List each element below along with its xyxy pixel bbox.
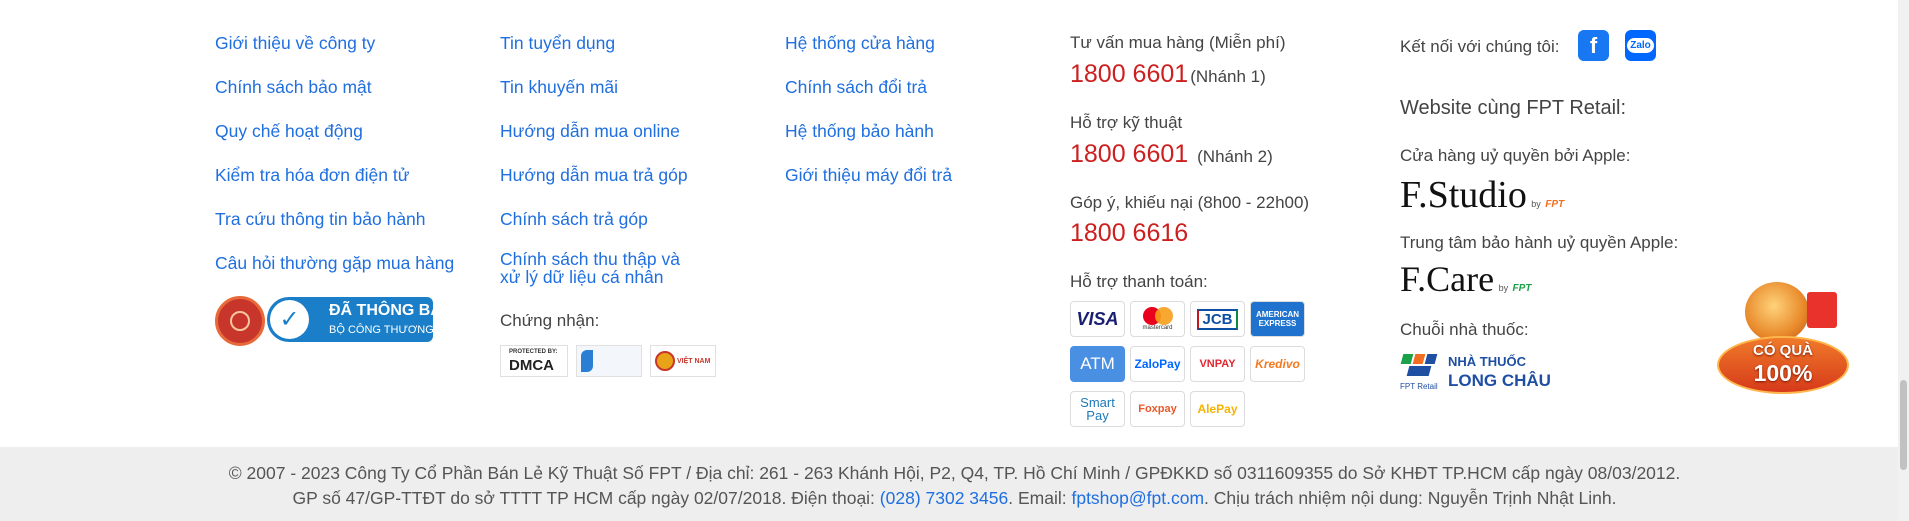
bct-badge-subtext: BỘ CÔNG THƯƠNG (329, 324, 434, 336)
copyright-line-1: © 2007 - 2023 Công Ty Cổ Phần Bán Lẻ Kỹ … (228, 463, 1681, 483)
long-chau-logo[interactable]: FPT Retail NHÀ THUỐC LONG CHÂU (1400, 350, 1570, 394)
mastercard-icon (1141, 307, 1175, 325)
footer-column-services: Hệ thống cửa hàng Chính sách đổi trả Hệ … (785, 0, 952, 185)
sales-hotline-label: Tư vấn mua hàng (Miễn phí) (1070, 33, 1286, 52)
sales-hotline[interactable]: 1800 6601 (Nhánh 1) (1070, 60, 1266, 89)
tech-hotline[interactable]: 1800 6601 (Nhánh 2) (1070, 140, 1273, 169)
check-icon: ✓ (270, 300, 309, 339)
fcare-logo[interactable]: F.Care by FPT (1400, 258, 1531, 300)
payment-foxpay: Foxpay (1130, 391, 1185, 427)
page-scrollbar[interactable] (1898, 0, 1909, 521)
dmca-badge[interactable]: PROTECTED BY: DMCA (500, 345, 568, 377)
ncsc-badge[interactable] (215, 296, 265, 346)
link-data-policy[interactable]: Chính sách thu thập và xử lý dữ liệu cá … (500, 250, 700, 286)
medal-icon (655, 351, 675, 371)
bct-badge[interactable]: ✓ ĐÃ THÔNG BÁO BỘ CÔNG THƯƠNG (267, 297, 454, 342)
payment-smartpay: Smart Pay (1070, 391, 1125, 427)
payment-visa: VISA (1070, 301, 1125, 337)
website-label: Website cùng FPT Retail: (1400, 97, 1627, 119)
apple-store-label: Cửa hàng uỷ quyền bởi Apple: (1400, 146, 1631, 165)
payment-alepay: AlePay (1190, 391, 1245, 427)
link-about-company[interactable]: Giới thiệu về công ty (215, 0, 454, 53)
pharmacy-label: Chuỗi nhà thuốc: (1400, 320, 1529, 339)
fstudio-logo[interactable]: F.Studio by FPT (1400, 173, 1564, 217)
payment-amex: AMERICAN EXPRESS (1250, 301, 1305, 337)
copyright-bar: © 2007 - 2023 Công Ty Cổ Phần Bán Lẻ Kỹ … (0, 447, 1909, 521)
tech-hotline-label: Hỗ trợ kỹ thuật (1070, 113, 1183, 132)
promo-gift-badge[interactable]: CÓ QUÀ 100% (1715, 280, 1855, 400)
gift-box-icon (1807, 292, 1837, 328)
bct-badge-text: ĐÃ THÔNG BÁO (329, 302, 455, 319)
fpt-logo: FPT (1512, 283, 1532, 294)
footer-column-news: Tin tuyển dụng Tin khuyến mãi Hướng dẫn … (500, 0, 688, 229)
payment-zalopay: ZaloPay (1130, 346, 1185, 382)
footer-phone-link[interactable]: (028) 7302 3456 (880, 488, 1008, 508)
payment-label: Hỗ trợ thanh toán: (1070, 272, 1208, 291)
scrollbar-thumb[interactable] (1900, 380, 1907, 470)
payment-jcb: JCB (1190, 301, 1245, 337)
complaint-hotline-label: Góp ý, khiếu nại (8h00 - 22h00) (1070, 193, 1310, 212)
facebook-icon[interactable]: f (1578, 30, 1609, 61)
complaint-hotline[interactable]: 1800 6616 (1070, 219, 1188, 248)
fpt-logo: FPT (1545, 199, 1565, 210)
payment-atm: ATM (1070, 346, 1125, 382)
payment-mastercard: mastercard (1130, 301, 1185, 337)
payment-vnpay: VNPAY (1190, 346, 1245, 382)
copyright-line-2: GP số 47/GP-TTĐT do sở TTTT TP HCM cấp n… (292, 488, 1617, 508)
certification-label: Chứng nhận: (500, 311, 600, 330)
fingerprint-icon (230, 311, 250, 331)
zalo-icon[interactable]: Zalo (1625, 30, 1656, 61)
vietnam-brand-badge[interactable]: VIỆT NAM (650, 345, 716, 377)
apple-care-label: Trung tâm bảo hành uỷ quyền Apple: (1400, 233, 1679, 252)
payment-kredivo: Kredivo (1250, 346, 1305, 382)
footer-column-about: Giới thiệu về công ty Chính sách bảo mật… (215, 0, 454, 273)
connect-label: Kết nối với chúng tôi: (1400, 37, 1560, 56)
link-store-system[interactable]: Hệ thống cửa hàng (785, 0, 952, 53)
footer-email-link[interactable]: fptshop@fpt.com (1071, 488, 1204, 508)
fpt-retail-icon (1400, 354, 1440, 378)
link-careers[interactable]: Tin tuyển dụng (500, 0, 688, 53)
leaf-icon (581, 350, 593, 372)
service-quality-badge[interactable] (576, 345, 642, 377)
dragon-mascot-icon (1745, 282, 1809, 342)
